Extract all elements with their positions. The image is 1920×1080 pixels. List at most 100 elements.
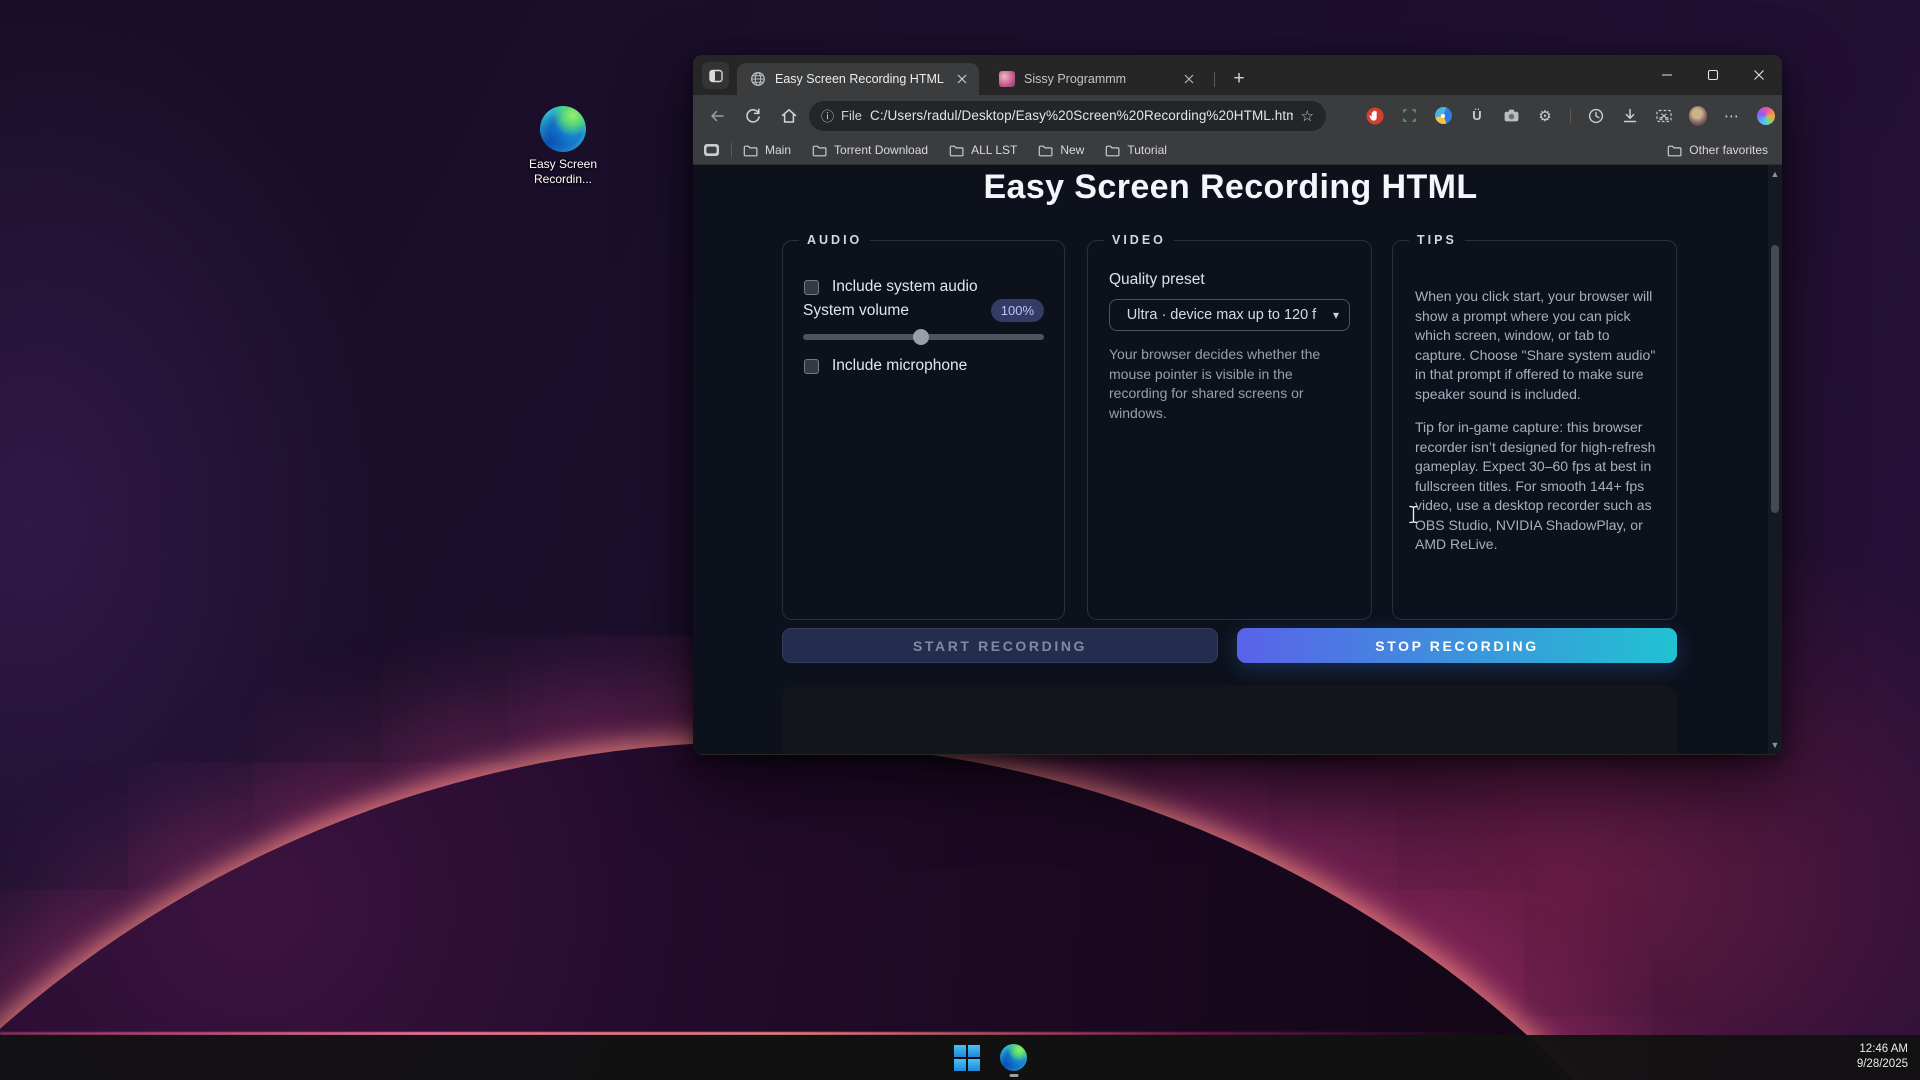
windows-logo-icon <box>954 1045 980 1071</box>
page-content: Easy Screen Recording HTML AUDIO Include… <box>693 165 1782 754</box>
include-system-audio-row[interactable]: Include system audio <box>804 278 978 296</box>
scrollbar-up-icon[interactable]: ▲ <box>1768 169 1782 179</box>
bookmarks-divider <box>731 143 732 157</box>
u-extension-icon[interactable]: Ü <box>1468 107 1486 125</box>
gear-icon[interactable]: ⚙ <box>1536 107 1554 125</box>
profile-avatar[interactable] <box>1689 107 1707 125</box>
tab-strip: Easy Screen Recording HTML Sissy Program… <box>693 55 1782 95</box>
pinwheel-extension-icon[interactable] <box>1434 107 1452 125</box>
clock-time: 12:46 AM <box>1857 1042 1908 1057</box>
favorite-star-icon[interactable]: ☆ <box>1301 107 1314 125</box>
close-button[interactable] <box>1736 55 1782 95</box>
bookmarks-bar: Main Torrent Download ALL LST New Tutori… <box>693 136 1782 165</box>
browser-window: Easy Screen Recording HTML Sissy Program… <box>693 55 1782 755</box>
favorites-bar-icon[interactable] <box>703 143 720 157</box>
system-volume-row: System volume 100% <box>803 299 1044 322</box>
slider-thumb[interactable] <box>913 329 929 345</box>
start-recording-button[interactable]: START RECORDING <box>782 628 1218 663</box>
folder-icon <box>1667 144 1682 157</box>
desktop-shortcut-easy-screen-recording[interactable]: Easy Screen Recordin... <box>517 106 609 187</box>
video-panel: VIDEO Quality preset Ultra · device max … <box>1087 240 1372 620</box>
taskbar: 12:46 AM 9/28/2025 <box>0 1035 1920 1080</box>
quality-preset-value: Ultra · device max up to 120 f <box>1127 307 1316 323</box>
tab-close-icon[interactable] <box>951 68 973 90</box>
tab-divider <box>1214 72 1215 87</box>
downloads-icon[interactable] <box>1621 107 1639 125</box>
tab-easy-screen-recording[interactable]: Easy Screen Recording HTML <box>737 63 979 95</box>
tips-panel-legend: TIPS <box>1409 233 1465 247</box>
desktop: Easy Screen Recordin... Easy Screen Reco… <box>0 0 1920 1080</box>
maximize-button[interactable] <box>1690 55 1736 95</box>
tab-close-icon[interactable] <box>1178 68 1200 90</box>
include-microphone-checkbox[interactable] <box>804 359 819 374</box>
refresh-icon[interactable] <box>743 106 763 126</box>
tips-paragraph-1: When you click start, your browser will … <box>1415 287 1658 404</box>
text-cursor <box>1408 505 1419 524</box>
edge-logo-icon <box>540 106 586 152</box>
bookmark-folder-torrent-download[interactable]: Torrent Download <box>812 143 928 157</box>
clock-date: 9/28/2025 <box>1857 1057 1908 1072</box>
toolbar-divider <box>1570 108 1571 124</box>
edge-logo-icon <box>1000 1044 1027 1071</box>
tips-panel: TIPS When you click start, your browser … <box>1392 240 1677 620</box>
taskbar-clock[interactable]: 12:46 AM 9/28/2025 <box>1857 1042 1908 1072</box>
bookmark-label: Main <box>765 143 791 157</box>
web-capture-icon[interactable] <box>1655 107 1673 125</box>
scrollbar-down-icon[interactable]: ▼ <box>1768 740 1782 750</box>
bookmark-folder-all-lst[interactable]: ALL LST <box>949 143 1017 157</box>
workspaces-icon[interactable] <box>702 62 729 89</box>
taskbar-center-icons <box>952 1043 1028 1072</box>
page-title: Easy Screen Recording HTML <box>693 168 1768 207</box>
video-panel-legend: VIDEO <box>1104 233 1174 247</box>
bookmark-label: ALL LST <box>971 143 1017 157</box>
include-microphone-row[interactable]: Include microphone <box>804 357 967 375</box>
bookmark-label: Torrent Download <box>834 143 928 157</box>
back-icon[interactable] <box>707 106 727 126</box>
camera-extension-icon[interactable] <box>1502 107 1520 125</box>
history-icon[interactable] <box>1587 107 1605 125</box>
tips-paragraph-2: Tip for in-game capture: this browser re… <box>1415 418 1658 555</box>
include-microphone-label: Include microphone <box>832 357 967 375</box>
page-scrollbar[interactable]: ▲ ▼ <box>1768 165 1782 754</box>
scrollbar-thumb[interactable] <box>1771 245 1779 513</box>
green-extension-icon[interactable] <box>1400 107 1418 125</box>
bookmark-folder-tutorial[interactable]: Tutorial <box>1105 143 1167 157</box>
bookmark-folder-new[interactable]: New <box>1038 143 1084 157</box>
folder-icon <box>812 144 827 157</box>
folder-icon <box>743 144 758 157</box>
chevron-down-icon: ▾ <box>1333 308 1339 322</box>
minimize-button[interactable] <box>1644 55 1690 95</box>
address-url[interactable]: C:/Users/radul/Desktop/Easy%20Screen%20R… <box>870 108 1293 123</box>
desktop-shortcut-label: Easy Screen Recordin... <box>517 157 609 187</box>
system-volume-value-badge: 100% <box>991 299 1044 322</box>
home-icon[interactable] <box>779 106 799 126</box>
adblock-hand-icon[interactable] <box>1366 107 1384 125</box>
globe-icon <box>750 71 766 87</box>
stop-recording-button[interactable]: STOP RECORDING <box>1237 628 1677 663</box>
tab-title: Easy Screen Recording HTML <box>775 72 951 86</box>
address-bar[interactable]: ⓘ File C:/Users/radul/Desktop/Easy%20Scr… <box>809 101 1326 131</box>
folder-icon <box>1038 144 1053 157</box>
folder-icon <box>1105 144 1120 157</box>
page-info-icon[interactable]: ⓘ <box>821 106 834 125</box>
bookmark-folder-main[interactable]: Main <box>743 143 791 157</box>
include-system-audio-label: Include system audio <box>832 278 978 296</box>
copilot-icon[interactable] <box>1757 107 1775 125</box>
browser-toolbar: ⓘ File C:/Users/radul/Desktop/Easy%20Scr… <box>693 95 1782 136</box>
settings-more-icon[interactable]: ⋯ <box>1723 107 1741 125</box>
new-tab-button[interactable]: + <box>1226 66 1252 92</box>
system-volume-label: System volume <box>803 302 909 320</box>
tab-title: Sissy Programmm <box>1024 72 1178 86</box>
address-scheme-label: File <box>841 108 862 123</box>
folder-icon <box>949 144 964 157</box>
tips-text: When you click start, your browser will … <box>1415 287 1658 555</box>
system-volume-slider[interactable] <box>803 334 1044 340</box>
other-favorites-button[interactable]: Other favorites <box>1667 143 1768 157</box>
window-controls <box>1644 55 1782 95</box>
start-button[interactable] <box>952 1043 981 1072</box>
quality-preset-select[interactable]: Ultra · device max up to 120 f ▾ <box>1109 299 1350 331</box>
taskbar-edge-button[interactable] <box>999 1043 1028 1072</box>
include-system-audio-checkbox[interactable] <box>804 280 819 295</box>
tab-favicon <box>999 71 1015 87</box>
tab-sissy-programmm[interactable]: Sissy Programmm <box>986 63 1206 95</box>
